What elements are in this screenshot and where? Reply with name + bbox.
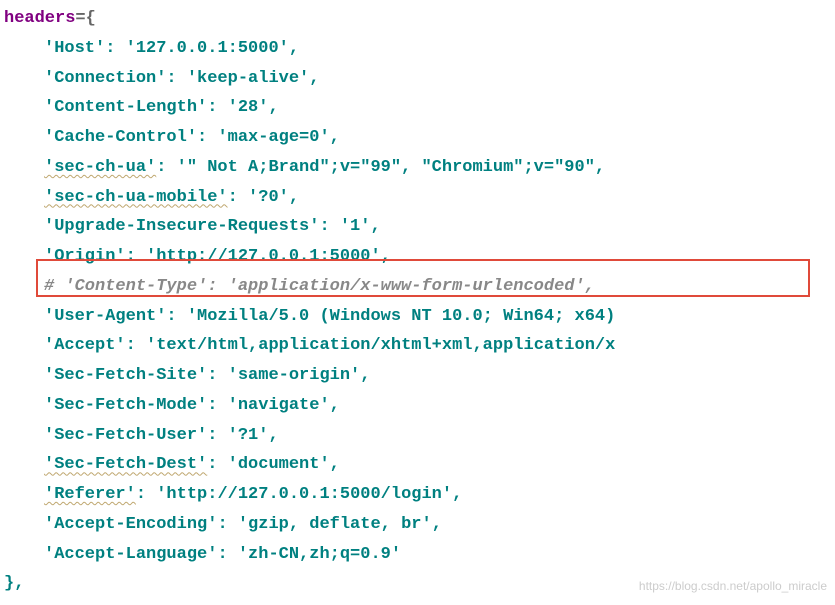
code-line: 'sec-ch-ua-mobile': '?0', [2,183,835,213]
trailing-comma: , [452,485,462,504]
dict-key: 'Host' [44,39,105,58]
dict-key: 'Accept' [44,336,126,355]
code-line: 'Accept': 'text/html,application/xhtml+x… [2,331,835,361]
trailing-comma: , [330,455,340,474]
dict-value: '?0' [248,188,289,207]
dict-key: 'Sec-Fetch-User' [44,426,207,445]
dict-value: 'document' [228,455,330,474]
identifier-headers: headers [4,9,75,28]
dict-value: 'http://127.0.0.1:5000/login' [156,485,452,504]
dict-value: 'navigate' [228,396,330,415]
dict-value: 'keep-alive' [187,69,309,88]
trailing-comma: , [370,217,380,236]
dict-key: 'Referer' [44,485,136,504]
dict-value: '" Not A;Brand";v="99", "Chromium";v="90… [177,158,605,177]
colon-sep: : [217,515,237,534]
dict-key: 'sec-ch-ua-mobile' [44,188,228,207]
code-line: 'User-Agent': 'Mozilla/5.0 (Windows NT 1… [2,302,835,332]
colon-sep: : [207,426,227,445]
colon-sep: : [207,98,227,117]
code-line: 'Accept-Encoding': 'gzip, deflate, br', [2,510,835,540]
code-line: # 'Content-Type': 'application/x-www-for… [2,272,835,302]
trailing-comma: , [360,366,370,385]
trailing-comma: , [309,69,319,88]
code-line: 'Sec-Fetch-User': '?1', [2,421,835,451]
dict-key: 'Cache-Control' [44,128,197,147]
operator-equals-brace: ={ [75,9,95,28]
trailing-comma: , [381,247,391,266]
trailing-comma: , [432,515,442,534]
code-line: 'Host': '127.0.0.1:5000', [2,34,835,64]
trailing-comma: , [268,98,278,117]
colon-sep: : [197,128,217,147]
comment-text: # 'Content-Type': 'application/x-www-for… [44,277,595,296]
colon-sep: : [228,188,248,207]
trailing-comma: , [289,188,299,207]
colon-sep: : [126,247,146,266]
dict-key: 'Sec-Fetch-Mode' [44,396,207,415]
dict-key: 'Upgrade-Insecure-Requests' [44,217,319,236]
code-line: 'Upgrade-Insecure-Requests': '1', [2,212,835,242]
dict-key: 'Content-Length' [44,98,207,117]
dict-key: 'sec-ch-ua' [44,158,156,177]
code-line: 'Content-Length': '28', [2,93,835,123]
code-line: 'Sec-Fetch-Dest': 'document', [2,450,835,480]
dict-value: 'Mozilla/5.0 (Windows NT 10.0; Win64; x6… [187,307,615,326]
dict-key: 'Accept-Encoding' [44,515,217,534]
code-line-open: headers={ [2,4,835,34]
colon-sep: : [207,396,227,415]
colon-sep: : [126,336,146,355]
dict-key: 'Connection' [44,69,166,88]
code-block: headers={ 'Host': '127.0.0.1:5000','Conn… [0,0,835,599]
trailing-comma: , [268,426,278,445]
trailing-comma: , [330,128,340,147]
dict-value: '28' [228,98,269,117]
colon-sep: : [166,307,186,326]
brace-close: }, [4,574,24,593]
dict-value: 'same-origin' [228,366,361,385]
watermark-text: https://blog.csdn.net/apollo_miracle [639,576,827,597]
colon-sep: : [166,69,186,88]
dict-key: 'User-Agent' [44,307,166,326]
code-line: 'Sec-Fetch-Site': 'same-origin', [2,361,835,391]
code-line: 'Sec-Fetch-Mode': 'navigate', [2,391,835,421]
code-line: 'Referer': 'http://127.0.0.1:5000/login'… [2,480,835,510]
dict-key: 'Sec-Fetch-Dest' [44,455,207,474]
code-line: 'Accept-Language': 'zh-CN,zh;q=0.9' [2,540,835,570]
dict-value: 'max-age=0' [217,128,329,147]
colon-sep: : [319,217,339,236]
dict-value: 'http://127.0.0.1:5000' [146,247,381,266]
colon-sep: : [207,455,227,474]
colon-sep: : [136,485,156,504]
colon-sep: : [105,39,125,58]
dict-key: 'Sec-Fetch-Site' [44,366,207,385]
code-line: 'Connection': 'keep-alive', [2,64,835,94]
dict-value: '?1' [228,426,269,445]
code-line: 'Origin': 'http://127.0.0.1:5000', [2,242,835,272]
dict-value: '127.0.0.1:5000' [126,39,289,58]
dict-value: 'gzip, deflate, br' [238,515,432,534]
colon-sep: : [217,545,237,564]
code-line: 'sec-ch-ua': '" Not A;Brand";v="99", "Ch… [2,153,835,183]
dict-key: 'Accept-Language' [44,545,217,564]
colon-sep: : [207,366,227,385]
code-line: 'Cache-Control': 'max-age=0', [2,123,835,153]
colon-sep: : [156,158,176,177]
dict-value: 'text/html,application/xhtml+xml,applica… [146,336,615,355]
dict-key: 'Origin' [44,247,126,266]
dict-value: '1' [340,217,371,236]
trailing-comma: , [330,396,340,415]
trailing-comma: , [289,39,299,58]
dict-value: 'zh-CN,zh;q=0.9' [238,545,401,564]
